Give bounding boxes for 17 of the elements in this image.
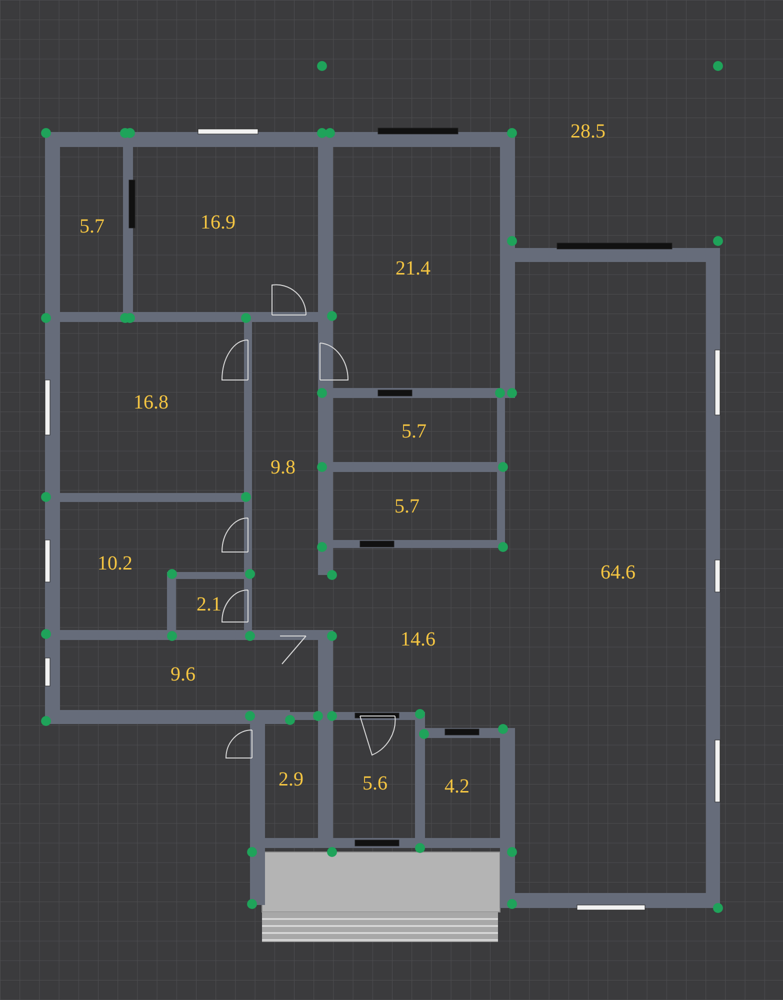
room-area-label: 16.9 [200,212,236,234]
room-area-label: 21.4 [396,258,430,280]
room-area-label: 9.6 [170,664,196,686]
room-area-label: 16.8 [134,392,168,414]
floor-plan-drawing[interactable] [41,61,723,942]
room-area-label: 5.7 [402,420,426,443]
room-area-label: 2.9 [278,768,304,791]
room-area-label: 2.1 [196,594,222,616]
room-area-label: 10.2 [98,552,132,575]
room-area-label: 14.6 [400,628,436,651]
room-area-label: 9.8 [270,456,296,479]
room-area-label: 28.5 [570,120,606,143]
room-area-label: 4.2 [444,776,470,798]
room-area-label: 5.7 [80,216,104,238]
room-area-label: 5.7 [394,496,420,518]
room-area-label: 5.6 [362,772,388,795]
room-area-label: 64.6 [600,562,636,584]
